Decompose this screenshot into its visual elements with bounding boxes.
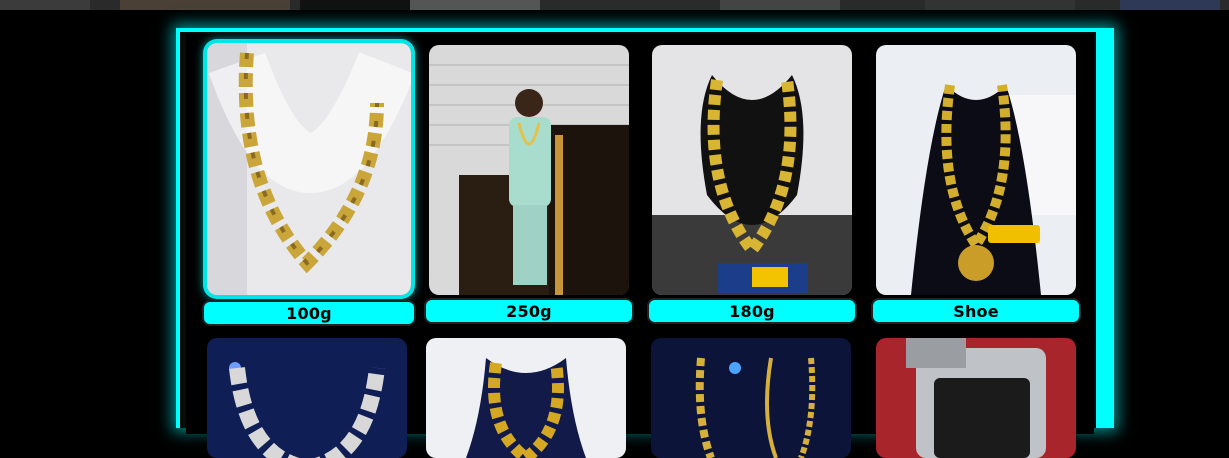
gallery-grid: 100g 250g 180g Shoe [186,34,1094,458]
person-with-chain-photo-icon[interactable] [429,45,629,295]
gallery-panel: 100g 250g 180g Shoe [176,28,1114,458]
gold-chain-pendant-photo-icon[interactable] [876,45,1076,295]
silver-chain-photo-icon[interactable] [207,338,407,458]
gold-chain-photo-icon[interactable] [207,43,411,295]
gold-chains-photo-icon[interactable] [651,338,851,458]
watch-photo-icon[interactable] [876,338,1076,458]
gold-chain-photo-icon[interactable] [426,338,626,458]
item-label[interactable]: 250g [424,298,634,324]
previous-row-strip [0,0,1229,10]
item-label[interactable]: Shoe [871,298,1081,324]
item-label[interactable]: 100g [202,300,416,326]
item-label[interactable]: 180g [647,298,857,324]
gold-chain-photo-icon[interactable] [652,45,852,295]
